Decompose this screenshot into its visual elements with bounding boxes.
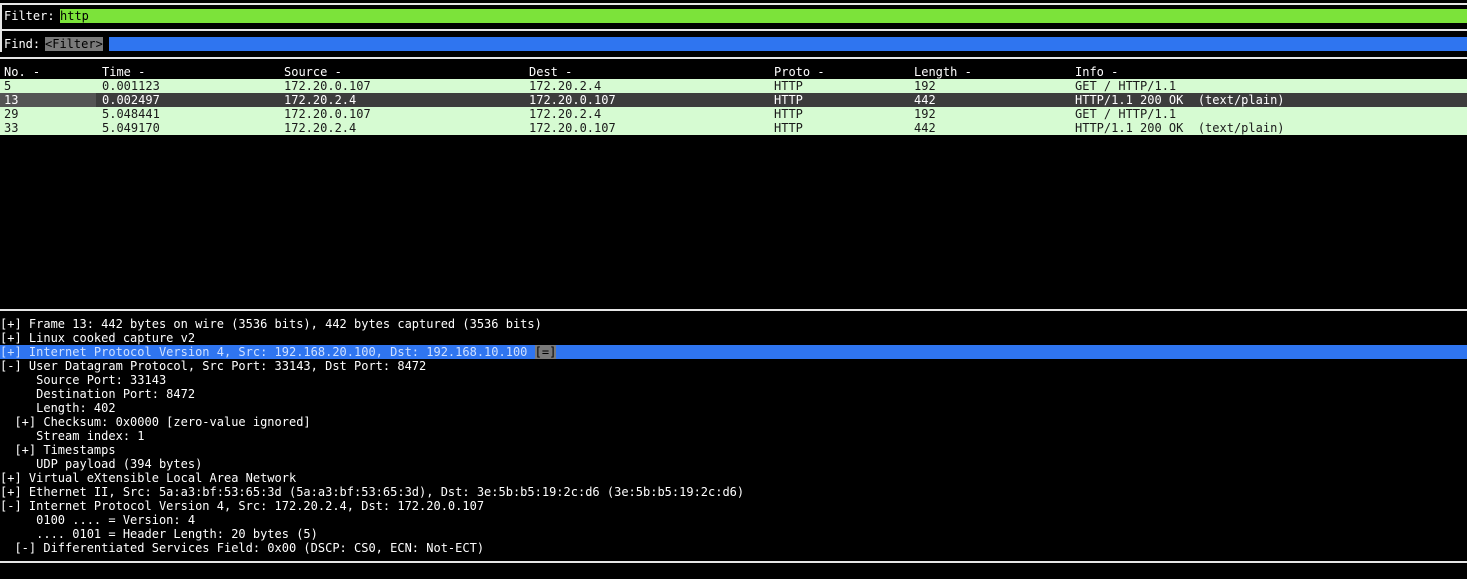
packet-time: 5.048441 bbox=[102, 107, 160, 121]
detail-udp-checksum[interactable]: [+] Checksum: 0x0000 [zero-value ignored… bbox=[0, 415, 1467, 429]
detail-udp-timestamps[interactable]: [+] Timestamps bbox=[0, 443, 1467, 457]
detail-ipv4-outer-selected[interactable]: [+] Internet Protocol Version 4, Src: 19… bbox=[0, 345, 1467, 359]
find-input[interactable] bbox=[109, 37, 1467, 51]
packet-length: 442 bbox=[914, 121, 936, 135]
find-label: Find: bbox=[4, 37, 41, 51]
packet-length: 192 bbox=[914, 107, 936, 121]
divider-list-details bbox=[0, 309, 1467, 311]
column-header-length[interactable]: Length - bbox=[914, 65, 972, 79]
packet-info: GET / HTTP/1.1 bbox=[1075, 79, 1177, 93]
packet-source: 172.20.2.4 bbox=[284, 93, 357, 107]
filter-input[interactable]: http bbox=[60, 9, 1467, 23]
packet-info: GET / HTTP/1.1 bbox=[1075, 107, 1177, 121]
detail-linux-cooked-capture[interactable]: [+] Linux cooked capture v2 bbox=[0, 331, 1467, 345]
detail-udp[interactable]: [-] User Datagram Protocol, Src Port: 33… bbox=[0, 359, 1467, 373]
packet-time: 5.049170 bbox=[102, 121, 160, 135]
packet-time: 0.002497 bbox=[102, 93, 160, 107]
detail-udp-length[interactable]: Length: 402 bbox=[0, 401, 1467, 415]
packet-dest: 172.20.2.4 bbox=[529, 107, 602, 121]
column-header-time[interactable]: Time - bbox=[102, 65, 145, 79]
find-filter-placeholder: <Filter> bbox=[45, 37, 103, 51]
packet-no: 33 bbox=[4, 121, 19, 135]
bottom-border bbox=[0, 561, 1467, 563]
top-border bbox=[0, 3, 1467, 5]
packet-source: 172.20.2.4 bbox=[284, 121, 357, 135]
packet-length: 442 bbox=[914, 93, 936, 107]
packet-proto: HTTP bbox=[774, 107, 803, 121]
packet-info: HTTP/1.1 200 OK (text/plain) bbox=[1075, 93, 1285, 107]
packet-dest: 172.20.0.107 bbox=[529, 121, 616, 135]
detail-udp-stream-index[interactable]: Stream index: 1 bbox=[0, 429, 1467, 443]
filter-label: Filter: bbox=[4, 9, 55, 23]
packet-no: 29 bbox=[4, 107, 19, 121]
column-header-source[interactable]: Source - bbox=[284, 65, 342, 79]
packet-info: HTTP/1.1 200 OK (text/plain) bbox=[1075, 121, 1285, 135]
packet-row-selected[interactable]: 13 0.002497 172.20.2.4 172.20.0.107 HTTP… bbox=[0, 93, 1467, 107]
column-header-no[interactable]: No. - bbox=[4, 65, 40, 79]
detail-ipv4-outer-text: [+] Internet Protocol Version 4, Src: 19… bbox=[0, 345, 535, 359]
packet-dest: 172.20.2.4 bbox=[529, 79, 602, 93]
packet-no: 5 bbox=[4, 79, 12, 93]
packet-no: 13 bbox=[4, 93, 19, 107]
packet-source: 172.20.0.107 bbox=[284, 107, 371, 121]
packet-row[interactable]: 29 5.048441 172.20.0.107 172.20.2.4 HTTP… bbox=[0, 107, 1467, 121]
detail-frame[interactable]: [+] Frame 13: 442 bytes on wire (3536 bi… bbox=[0, 317, 1467, 331]
detail-ipv4-version[interactable]: 0100 .... = Version: 4 bbox=[0, 513, 1467, 527]
find-bar: Find: <Filter> bbox=[0, 37, 1467, 51]
packet-row[interactable]: 5 0.001123 172.20.0.107 172.20.2.4 HTTP … bbox=[0, 79, 1467, 93]
filter-bar: Filter: http bbox=[0, 9, 1467, 23]
detail-ipv4-inner[interactable]: [-] Internet Protocol Version 4, Src: 17… bbox=[0, 499, 1467, 513]
column-header-proto[interactable]: Proto - bbox=[774, 65, 825, 79]
column-header-dest[interactable]: Dest - bbox=[529, 65, 572, 79]
packet-proto: HTTP bbox=[774, 121, 803, 135]
detail-udp-destination-port[interactable]: Destination Port: 8472 bbox=[0, 387, 1467, 401]
detail-vxlan[interactable]: [+] Virtual eXtensible Local Area Networ… bbox=[0, 471, 1467, 485]
column-header-info[interactable]: Info - bbox=[1075, 65, 1118, 79]
divider-find-list bbox=[0, 57, 1467, 59]
detail-udp-payload[interactable]: UDP payload (394 bytes) bbox=[0, 457, 1467, 471]
divider-filter-find bbox=[0, 29, 1467, 31]
detail-udp-source-port[interactable]: Source Port: 33143 bbox=[0, 373, 1467, 387]
detail-ethernet[interactable]: [+] Ethernet II, Src: 5a:a3:bf:53:65:3d … bbox=[0, 485, 1467, 499]
detail-ipv4-dsfield[interactable]: [-] Differentiated Services Field: 0x00 … bbox=[0, 541, 1467, 555]
detail-ipv4-header-length[interactable]: .... 0101 = Header Length: 20 bytes (5) bbox=[0, 527, 1467, 541]
packet-time: 0.001123 bbox=[102, 79, 160, 93]
packet-length: 192 bbox=[914, 79, 936, 93]
packet-proto: HTTP bbox=[774, 93, 803, 107]
packet-dest: 172.20.0.107 bbox=[529, 93, 616, 107]
packet-proto: HTTP bbox=[774, 79, 803, 93]
packet-list-header: No. - Time - Source - Dest - Proto - Len… bbox=[0, 65, 1467, 79]
packet-source: 172.20.0.107 bbox=[284, 79, 371, 93]
packet-row[interactable]: 33 5.049170 172.20.2.4 172.20.0.107 HTTP… bbox=[0, 121, 1467, 135]
detail-equal-badge[interactable]: [=] bbox=[534, 345, 557, 359]
